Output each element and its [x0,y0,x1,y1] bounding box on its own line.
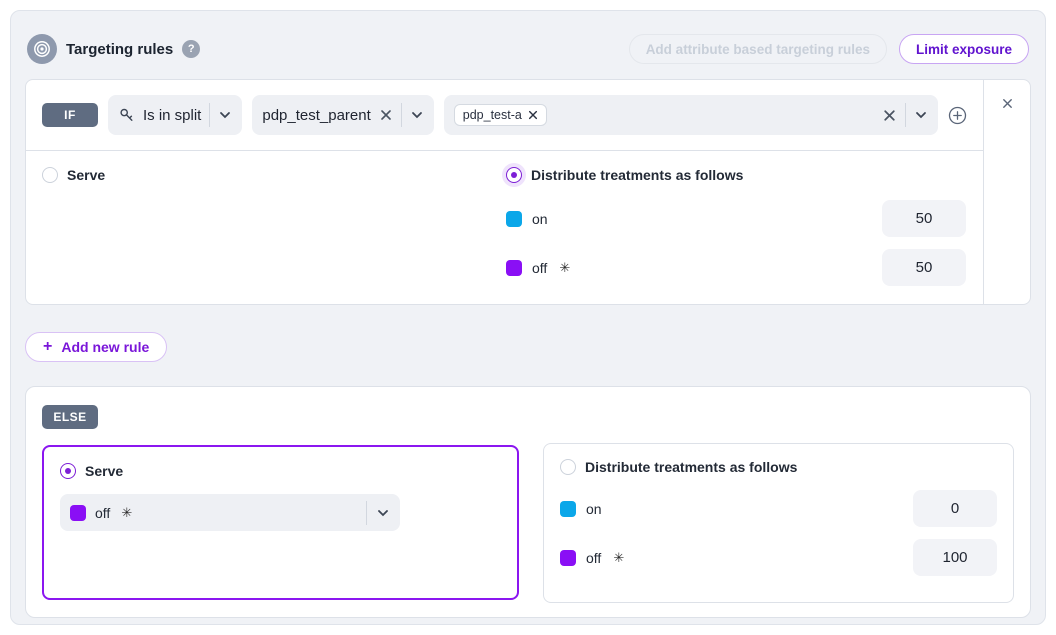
add-new-rule-button[interactable]: + Add new rule [25,332,167,362]
add-condition-icon[interactable] [948,106,967,125]
chevron-down-icon[interactable] [376,506,390,520]
selected-treatment-name: off [95,505,110,521]
if-badge: IF [42,103,98,127]
split-select[interactable]: pdp_test_parent [252,95,433,135]
else-serve-option[interactable]: Serve [60,463,501,479]
matcher-label: Is in split [143,107,201,124]
serve-distribute-row: Serve Distribute treatments as follows o… [26,151,983,304]
else-distribute-option[interactable]: Distribute treatments as follows [560,459,997,475]
distribute-option[interactable]: Distribute treatments as follows [506,167,966,183]
treatment-name: off [532,260,547,276]
add-attribute-rules-button[interactable]: Add attribute based targeting rules [629,34,887,64]
serve-option[interactable]: Serve [42,167,506,183]
default-treatment-icon: ✳ [121,505,132,521]
matcher-select[interactable]: Is in split [108,95,242,135]
chevron-down-icon[interactable] [914,108,928,122]
condition-row: IF Is in split pdp_test_par [26,80,983,151]
distribute-label: Distribute treatments as follows [531,167,743,183]
clear-all-icon[interactable] [882,108,897,123]
clear-split-icon[interactable] [379,108,393,122]
treatment-percent-input[interactable] [882,200,966,237]
serve-radio[interactable] [42,167,58,183]
treatment-percent-input[interactable] [913,490,997,527]
plus-icon: + [43,339,52,355]
else-rule-card: ELSE Serve off ✳ [25,386,1031,618]
remove-chip-icon[interactable] [528,110,538,120]
treatment-row: on [560,490,997,527]
key-icon [118,107,135,124]
treatment-name: on [586,501,602,517]
else-treatment-select[interactable]: off ✳ [60,494,400,531]
help-icon[interactable]: ? [182,40,200,58]
limit-exposure-button[interactable]: Limit exposure [899,34,1029,64]
treatment-row: off ✳ [506,249,966,286]
default-treatment-icon: ✳ [559,260,570,276]
treatment-multiselect[interactable]: pdp_test-a [444,95,938,135]
treatment-color-swatch [560,550,576,566]
default-treatment-icon: ✳ [613,550,624,566]
treatment-chip: pdp_test-a [454,104,547,126]
delete-rule-icon[interactable] [1001,96,1014,110]
chevron-down-icon[interactable] [410,108,424,122]
if-rule-card: IF Is in split pdp_test_par [25,79,1031,305]
panel-header: Targeting rules ? Add attribute based ta… [25,25,1031,69]
page-title: Targeting rules [66,41,173,58]
treatment-color-swatch [560,501,576,517]
else-serve-radio[interactable] [60,463,76,479]
else-distribute-label: Distribute treatments as follows [585,459,797,475]
serve-label: Serve [67,167,105,183]
targeting-icon [27,34,57,64]
else-serve-card[interactable]: Serve off ✳ [42,445,519,600]
else-serve-label: Serve [85,463,123,479]
treatment-row: off ✳ [560,539,997,576]
else-distribute-radio[interactable] [560,459,576,475]
chevron-down-icon[interactable] [218,108,232,122]
treatment-percent-input[interactable] [913,539,997,576]
targeting-rules-panel: Targeting rules ? Add attribute based ta… [10,10,1046,625]
treatment-name: off [586,550,601,566]
treatment-color-swatch [506,211,522,227]
split-select-value: pdp_test_parent [262,107,370,124]
distribute-radio[interactable] [506,167,522,183]
else-badge: ELSE [42,405,98,429]
treatment-chip-label: pdp_test-a [463,108,522,122]
treatment-percent-input[interactable] [882,249,966,286]
treatment-name: on [532,211,548,227]
treatment-row: on [506,200,966,237]
else-distribute-card[interactable]: Distribute treatments as follows on off … [543,443,1014,603]
treatment-color-swatch [70,505,86,521]
treatment-color-swatch [506,260,522,276]
add-new-rule-label: Add new rule [61,339,149,355]
